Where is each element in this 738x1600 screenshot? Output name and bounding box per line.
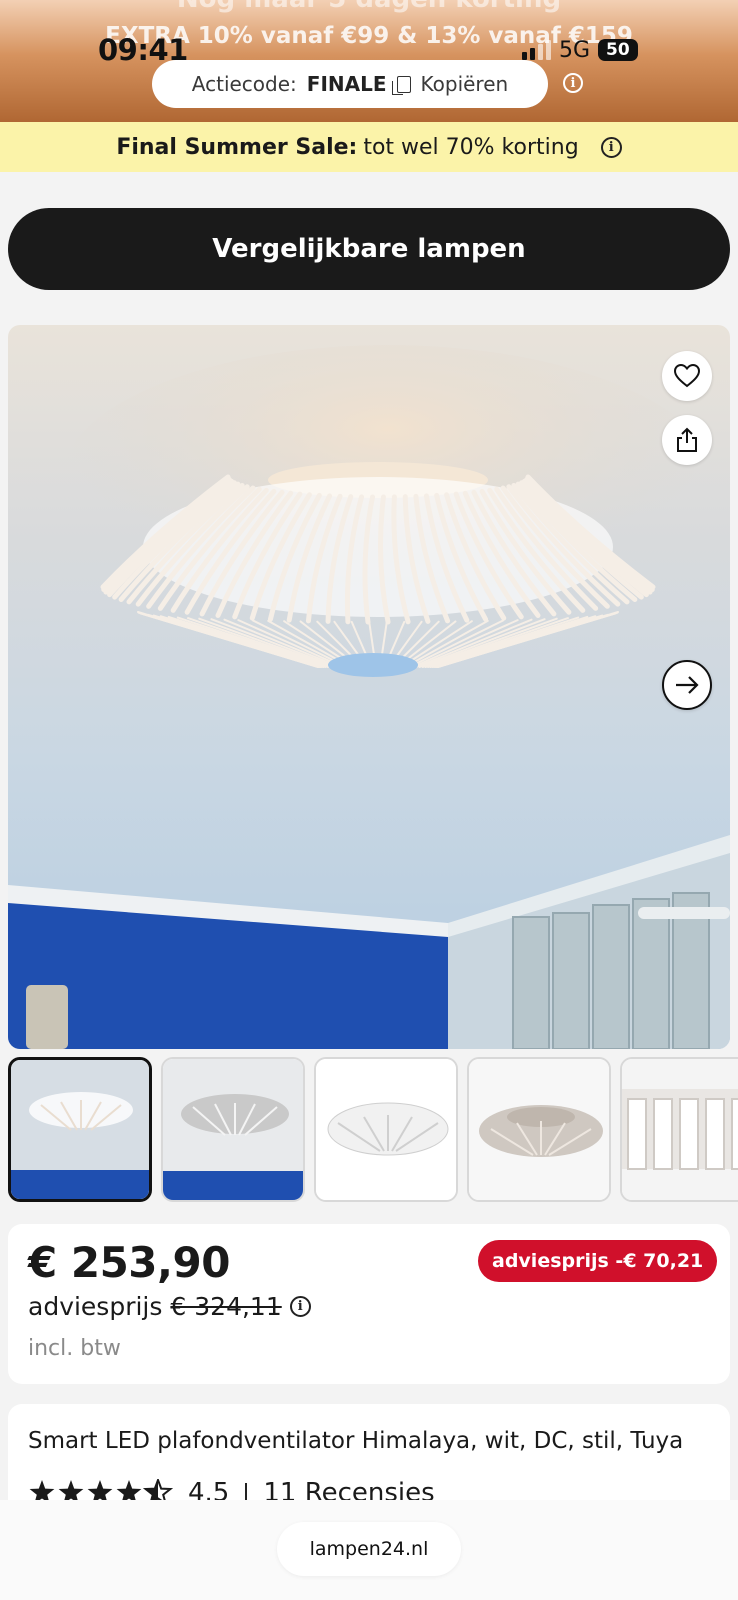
thumbnail-4[interactable] <box>467 1057 611 1202</box>
thumbnail-strip[interactable] <box>8 1057 738 1202</box>
share-button[interactable] <box>662 415 712 465</box>
copy-icon <box>391 75 411 95</box>
sale-info-icon[interactable]: i <box>600 136 622 158</box>
next-image-button[interactable] <box>662 660 712 710</box>
status-indicators: 5G 50 <box>522 36 638 64</box>
advies-price-row: adviesprijs € 324,11 i <box>28 1292 311 1321</box>
promo-code-pill[interactable]: Actiecode: FINALE Kopiëren <box>152 60 548 108</box>
share-icon <box>677 427 697 452</box>
sale-banner-text: tot wel 70% korting <box>363 134 579 160</box>
product-main-image[interactable] <box>8 325 730 1049</box>
arrow-right-icon <box>676 676 699 694</box>
price-card: € 253,90 adviesprijs -€ 70,21 adviesprij… <box>8 1224 730 1384</box>
sale-banner-title: Final Summer Sale: <box>116 134 358 160</box>
thumbnail-3[interactable] <box>314 1057 458 1202</box>
current-price: € 253,90 <box>28 1238 230 1287</box>
thumbnail-2[interactable] <box>161 1057 305 1202</box>
thumbnail-5[interactable] <box>620 1057 738 1202</box>
battery-icon: 50 <box>598 39 638 61</box>
advies-label: adviesprijs <box>28 1292 163 1321</box>
discount-badge: adviesprijs -€ 70,21 <box>478 1240 718 1282</box>
browser-bottom-bar: lampen24.nl <box>0 1500 738 1600</box>
compare-lamps-button[interactable]: Vergelijkbare lampen <box>8 208 730 290</box>
network-label: 5G <box>559 37 591 63</box>
signal-icon <box>522 40 551 60</box>
promo-ghost-line-1: Nog maar 5 dagen korting <box>0 0 738 14</box>
url-field[interactable]: lampen24.nl <box>277 1522 461 1576</box>
advies-price: € 324,11 <box>170 1292 282 1321</box>
thumbnail-1[interactable] <box>8 1057 152 1202</box>
product-title: Smart LED plafondventilator Himalaya, wi… <box>28 1428 684 1454</box>
favorite-button[interactable] <box>662 351 712 401</box>
promo-code-label: Actiecode: <box>191 72 297 96</box>
sale-banner[interactable]: Final Summer Sale: tot wel 70% korting i <box>0 122 738 172</box>
promo-header: Nog maar 5 dagen korting EXTRA 10% vanaf… <box>0 0 738 122</box>
promo-info-icon[interactable]: i <box>563 73 583 93</box>
copy-button[interactable]: Kopiëren <box>421 72 509 96</box>
advies-info-icon[interactable]: i <box>289 1296 311 1317</box>
promo-code-value: FINALE <box>306 72 387 96</box>
heart-icon <box>674 364 700 388</box>
vat-note: incl. btw <box>28 1336 121 1361</box>
